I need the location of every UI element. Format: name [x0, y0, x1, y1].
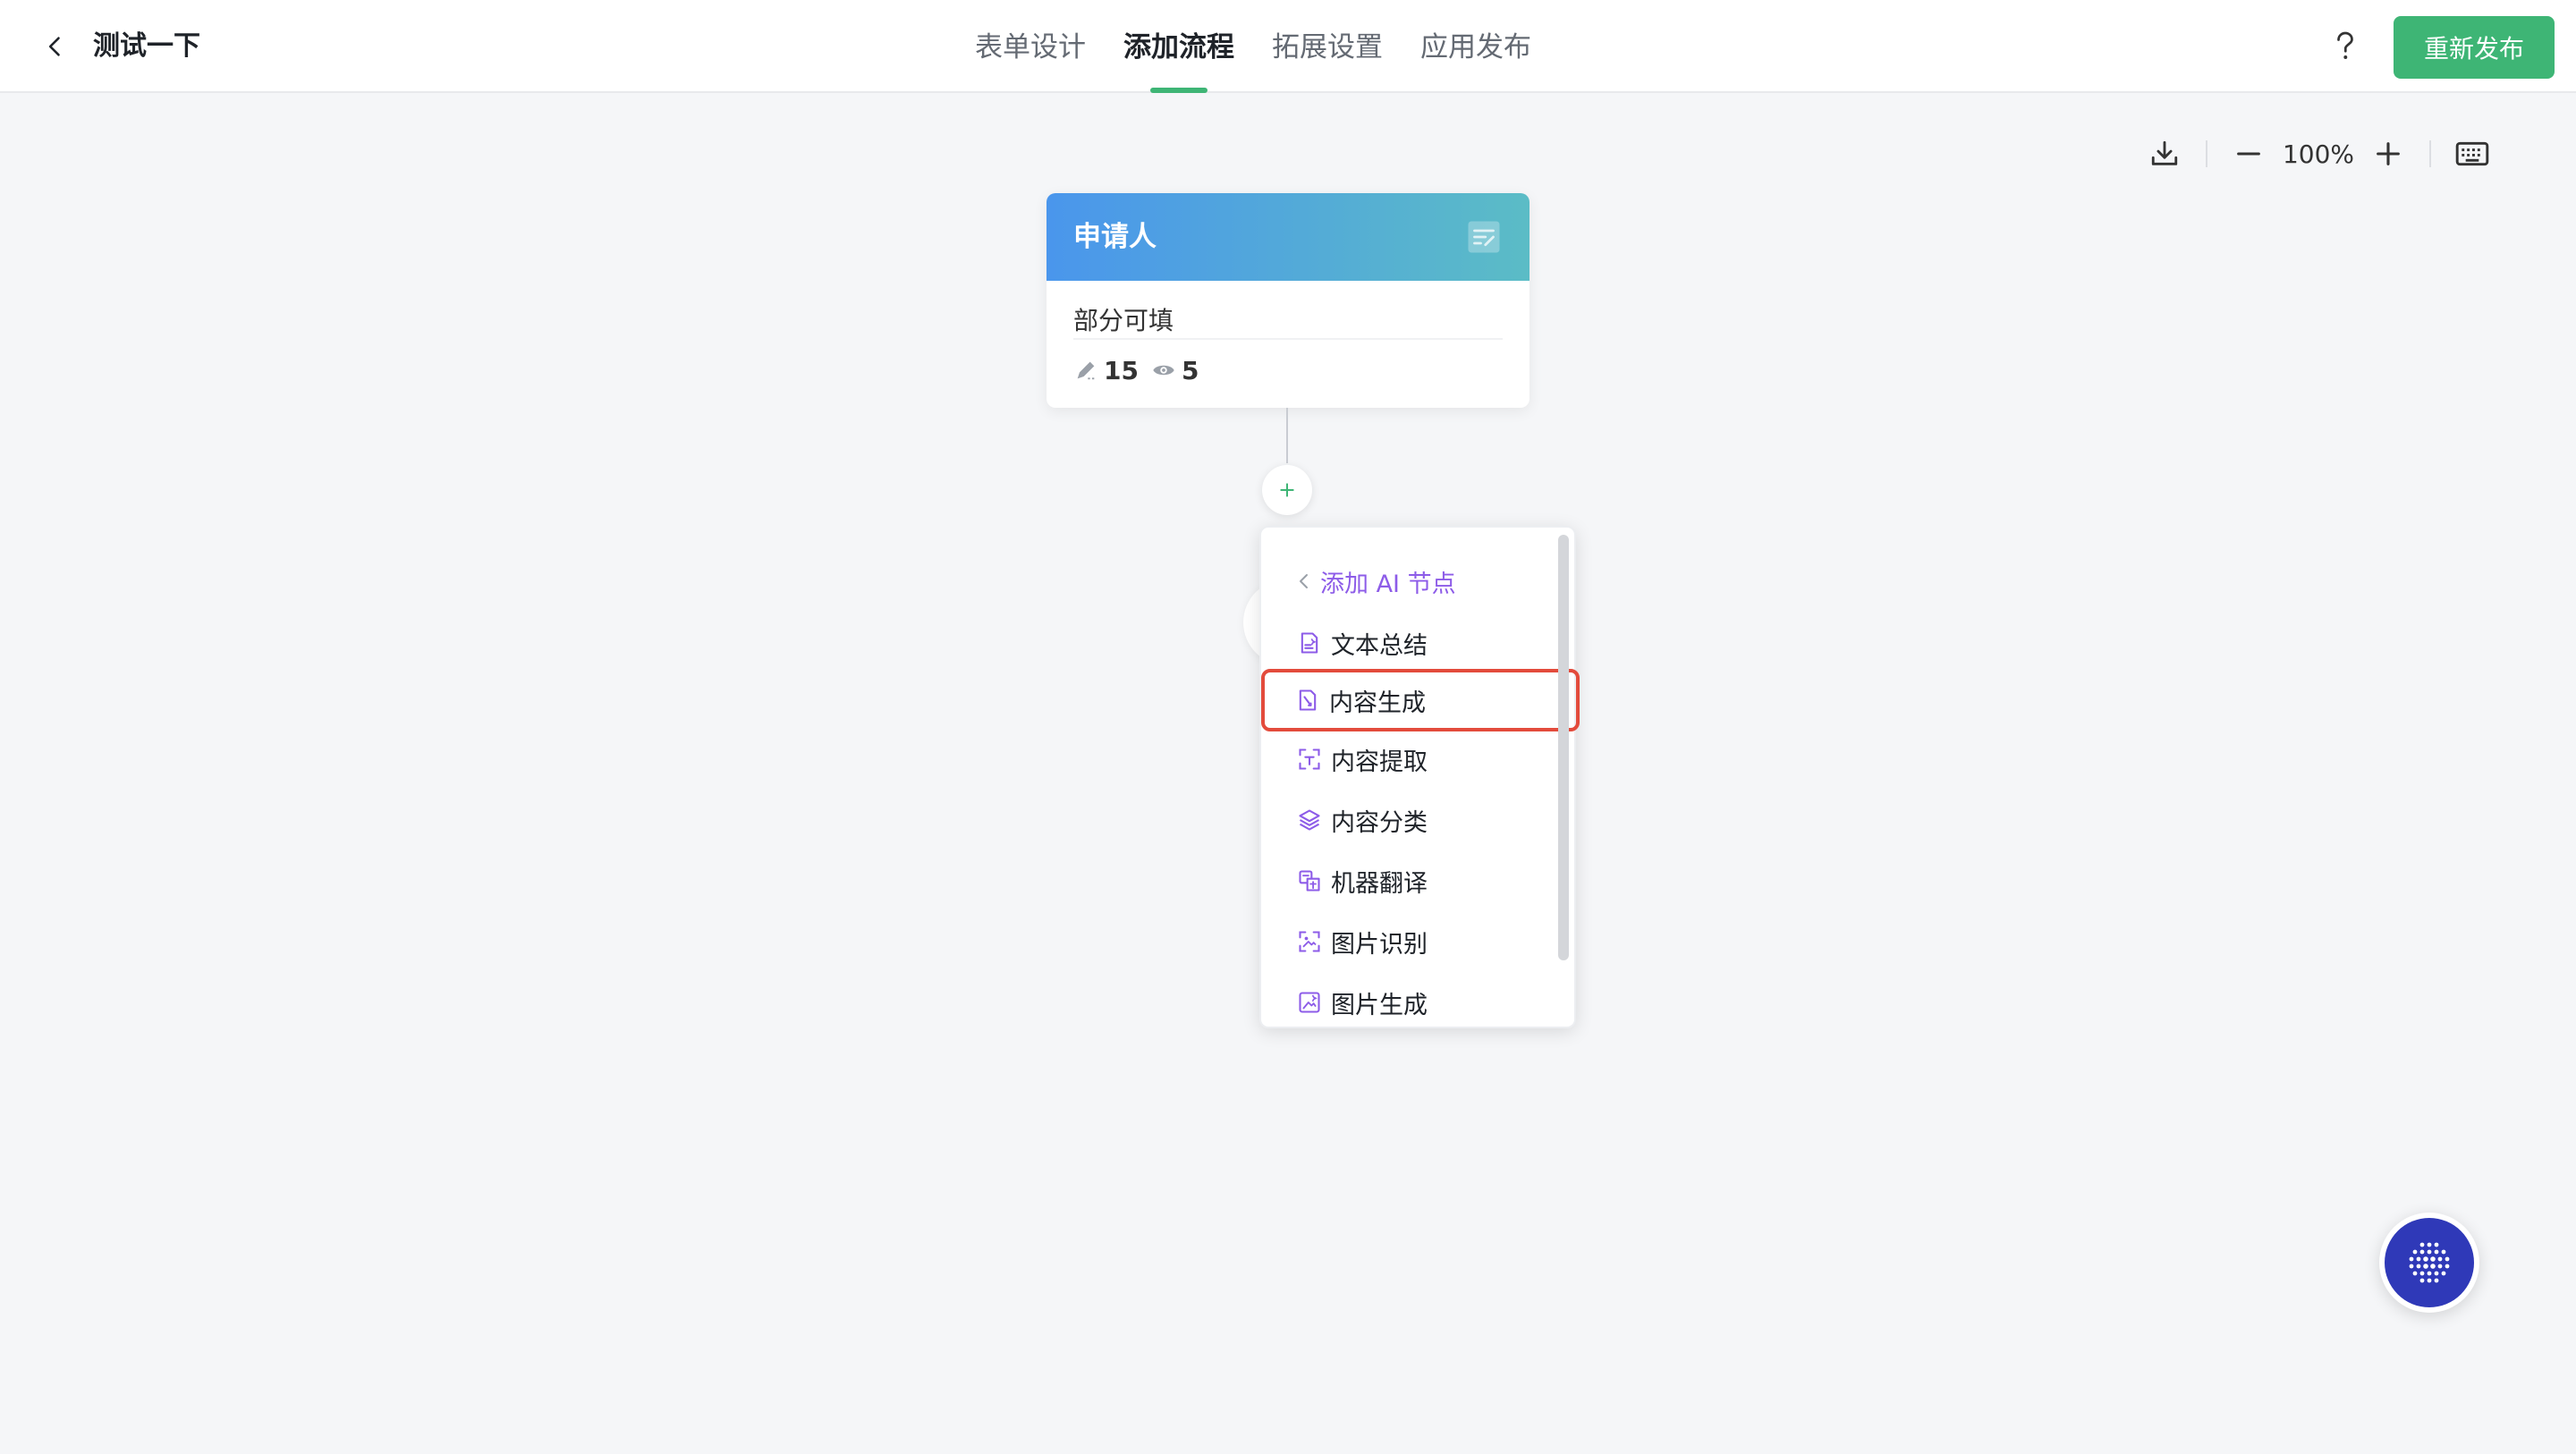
tab-form-design[interactable]: 表单设计	[975, 0, 1086, 93]
node-permission: 部分可填	[1073, 302, 1503, 340]
tab-extension-settings[interactable]: 拓展设置	[1272, 0, 1383, 93]
help-button[interactable]	[2324, 25, 2367, 68]
zoom-in-button[interactable]	[2365, 131, 2411, 177]
node-body: 部分可填 15 5	[1046, 281, 1530, 388]
canvas-toolbar: 100%	[2141, 131, 2496, 177]
toolbar-divider	[2206, 140, 2207, 167]
ai-assistant-button[interactable]	[2379, 1213, 2479, 1313]
menu-item-content-classification[interactable]: 内容分类	[1267, 792, 1551, 848]
menu-item-image-recognition[interactable]: 图片识别	[1267, 914, 1551, 969]
assistant-logo	[2385, 1218, 2474, 1307]
applicant-node-card[interactable]: 申请人 部分可填 15 5	[1046, 193, 1530, 408]
menu-back-label: 添加 AI 节点	[1320, 570, 1456, 598]
menu-item-label: 文本总结	[1331, 631, 1428, 660]
editable-field-count: 15	[1104, 355, 1139, 385]
zoom-out-button[interactable]	[2225, 131, 2272, 177]
menu-item-label: 内容提取	[1331, 748, 1428, 776]
eye-icon	[1153, 365, 1174, 376]
viewable-field-count: 5	[1181, 355, 1199, 385]
menu-item-label: 内容分类	[1331, 808, 1428, 837]
chevron-left-icon	[48, 37, 60, 56]
main-tabs: 表单设计 添加流程 拓展设置 应用发布	[975, 0, 1569, 93]
image-scan-icon	[1299, 931, 1320, 952]
tab-app-publish[interactable]: 应用发布	[1420, 0, 1531, 93]
download-icon	[2151, 140, 2178, 165]
keyboard-shortcuts-button[interactable]	[2449, 131, 2496, 177]
menu-item-label: 图片生成	[1331, 991, 1428, 1019]
menu-item-label: 图片识别	[1331, 930, 1428, 959]
translate-icon	[1299, 870, 1320, 892]
app-title: 测试一下	[93, 30, 200, 62]
edit-pencil-icon	[1077, 361, 1095, 380]
doc-edit-icon	[1299, 689, 1317, 711]
tab-add-process[interactable]: 添加流程	[1123, 0, 1234, 93]
back-button[interactable]	[36, 27, 75, 66]
menu-item-text-summary[interactable]: 文本总结	[1267, 615, 1551, 671]
zoom-level: 100%	[2282, 139, 2355, 169]
chevron-left-icon	[1300, 574, 1308, 588]
add-node-button[interactable]	[1262, 465, 1312, 515]
top-header: 测试一下 表单设计 添加流程 拓展设置 应用发布 重新发布	[0, 0, 2576, 93]
doc-sparkle-icon	[1301, 632, 1318, 654]
republish-button[interactable]: 重新发布	[2394, 16, 2555, 79]
form-icon	[1468, 221, 1500, 253]
plus-icon	[1280, 483, 1294, 497]
menu-item-image-generation[interactable]: 图片生成	[1267, 975, 1551, 1030]
connector-line	[1286, 408, 1288, 463]
download-button[interactable]	[2141, 131, 2188, 177]
node-header: 申请人	[1046, 193, 1530, 281]
assistant-dots-icon	[2409, 1242, 2450, 1283]
menu-item-content-generation[interactable]: 内容生成	[1261, 669, 1580, 731]
menu-scrollbar[interactable]	[1558, 535, 1569, 960]
menu-item-content-extraction[interactable]: 内容提取	[1267, 731, 1551, 787]
add-ai-node-menu: 添加 AI 节点 文本总结 内容生成 内容提取 内容分类 机器翻译 图片识别 图…	[1259, 526, 1580, 1030]
layers-icon	[1299, 809, 1320, 831]
toolbar-divider	[2429, 140, 2431, 167]
menu-back-button[interactable]: 添加 AI 节点	[1295, 560, 1456, 603]
node-title: 申请人	[1073, 221, 1157, 253]
node-stats: 15 5	[1073, 352, 1503, 388]
menu-item-label: 内容生成	[1329, 689, 1426, 717]
keyboard-icon	[2455, 141, 2489, 166]
minus-icon	[2237, 152, 2260, 156]
extract-icon	[1299, 748, 1320, 770]
menu-item-label: 机器翻译	[1331, 869, 1428, 898]
image-sparkle-icon	[1299, 992, 1320, 1013]
question-icon	[2337, 31, 2353, 59]
plus-icon	[2377, 142, 2400, 165]
menu-item-machine-translation[interactable]: 机器翻译	[1267, 853, 1551, 909]
